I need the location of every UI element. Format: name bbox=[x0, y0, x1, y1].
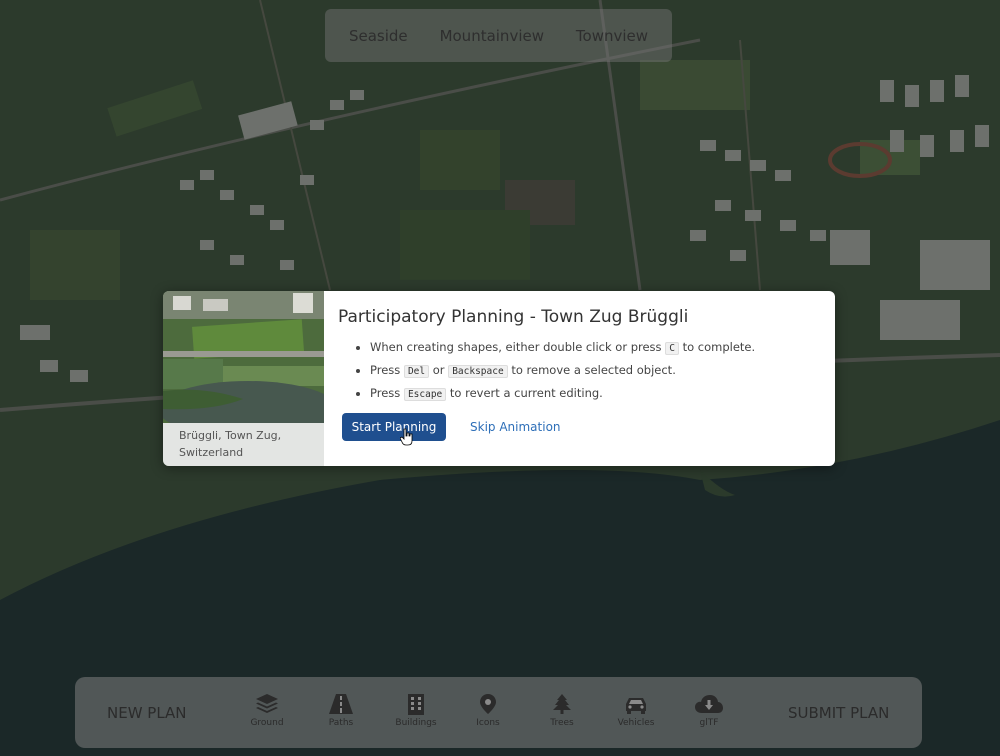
list-item: When creating shapes, either double clic… bbox=[370, 339, 821, 357]
cloud-download-icon bbox=[695, 695, 723, 713]
vehicles-tool-label: Vehicles bbox=[617, 718, 655, 728]
tree-icon bbox=[553, 694, 571, 714]
layers-icon bbox=[256, 694, 278, 713]
location-caption: Brüggli, Town Zug, Switzerland bbox=[163, 423, 324, 466]
list-item: Press Del or Backspace to remove a selec… bbox=[370, 362, 821, 380]
location-thumbnail: Brüggli, Town Zug, Switzerland bbox=[163, 291, 324, 466]
tab-townview[interactable]: Townview bbox=[576, 27, 648, 45]
intro-dialog: Brüggli, Town Zug, Switzerland Participa… bbox=[163, 291, 835, 466]
ground-tool[interactable]: Ground bbox=[237, 693, 297, 728]
bottom-toolbar: NEW PLAN Ground Paths Buildings Icons Tr… bbox=[75, 677, 922, 748]
skip-animation-link[interactable]: Skip Animation bbox=[464, 419, 567, 435]
map-pin-icon bbox=[480, 694, 496, 714]
car-icon bbox=[626, 698, 646, 714]
key-c: C bbox=[665, 342, 679, 355]
buildings-tool[interactable]: Buildings bbox=[386, 693, 446, 728]
tab-mountainview[interactable]: Mountainview bbox=[440, 27, 544, 45]
gltf-tool-label: glTF bbox=[699, 718, 719, 728]
key-backspace: Backspace bbox=[448, 365, 508, 378]
key-escape: Escape bbox=[403, 388, 447, 401]
gltf-tool[interactable]: glTF bbox=[679, 693, 739, 728]
dialog-title: Participatory Planning - Town Zug Brüggl… bbox=[338, 307, 689, 327]
instructions-list: When creating shapes, either double clic… bbox=[338, 339, 821, 403]
buildings-tool-label: Buildings bbox=[395, 718, 437, 728]
start-planning-button[interactable]: Start Planning bbox=[342, 413, 446, 441]
submit-plan-button[interactable]: SUBMIT PLAN bbox=[788, 704, 889, 722]
new-plan-button[interactable]: NEW PLAN bbox=[107, 704, 187, 722]
paths-tool-label: Paths bbox=[328, 718, 354, 728]
tab-seaside[interactable]: Seaside bbox=[349, 27, 408, 45]
icons-tool-label: Icons bbox=[476, 718, 500, 728]
hand-cursor-icon bbox=[400, 428, 413, 446]
key-del: Del bbox=[403, 365, 430, 378]
trees-tool-label: Trees bbox=[550, 718, 574, 728]
view-switcher: Seaside Mountainview Townview bbox=[325, 9, 672, 62]
list-item: Press Escape to revert a current editing… bbox=[370, 385, 821, 403]
paths-tool[interactable]: Paths bbox=[311, 693, 371, 728]
building-icon bbox=[408, 694, 424, 715]
icons-tool[interactable]: Icons bbox=[458, 693, 518, 728]
vehicles-tool[interactable]: Vehicles bbox=[606, 693, 666, 728]
trees-tool[interactable]: Trees bbox=[532, 693, 592, 728]
ground-tool-label: Ground bbox=[250, 718, 284, 728]
road-icon bbox=[329, 694, 353, 714]
